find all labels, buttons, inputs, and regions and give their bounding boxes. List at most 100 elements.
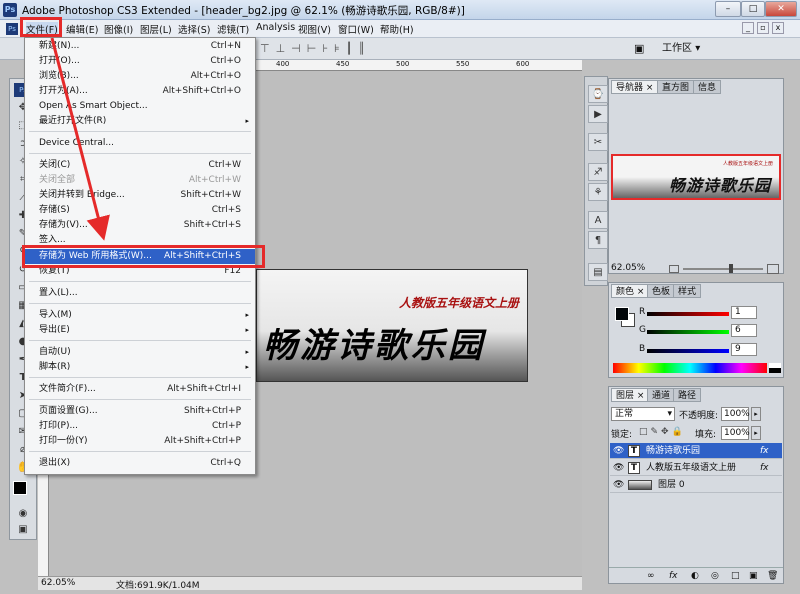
menu-item-scripts[interactable]: 脚本(R) ▸ bbox=[25, 360, 255, 375]
color-ramp-bw[interactable] bbox=[769, 363, 781, 373]
menu-item-file-info[interactable]: 文件简介(F)... Alt+Shift+Ctrl+I bbox=[25, 382, 255, 397]
menu-window[interactable]: 窗口(W) bbox=[338, 22, 374, 36]
menu-item-browse[interactable]: 浏览(B)... Alt+Ctrl+O bbox=[25, 69, 255, 84]
quick-mask-icon[interactable]: ◉ bbox=[14, 507, 32, 521]
foreground-color-swatch[interactable] bbox=[13, 481, 27, 495]
layer-row[interactable]: 👁 T 人教版五年级语文上册 fx bbox=[610, 460, 782, 476]
menu-view[interactable]: 视图(V) bbox=[298, 22, 331, 36]
chevron-right-icon[interactable]: ▸ bbox=[751, 426, 761, 440]
menu-help[interactable]: 帮助(H) bbox=[380, 22, 414, 36]
brushes-panel-icon[interactable]: ♐ bbox=[588, 163, 608, 181]
doc-restore-button[interactable]: ▫ bbox=[757, 22, 769, 34]
navigator-thumbnail[interactable]: 人教版五年级语文上册 畅游诗歌乐园 bbox=[611, 154, 781, 200]
menu-item-page-setup[interactable]: 页面设置(G)... Shift+Ctrl+P bbox=[25, 404, 255, 419]
menu-layer[interactable]: 图层(L) bbox=[140, 22, 172, 36]
status-zoom[interactable]: 62.05% bbox=[41, 578, 75, 588]
eye-icon[interactable]: 👁 bbox=[613, 443, 624, 459]
new-group-icon[interactable]: □ bbox=[731, 568, 740, 584]
history-panel-icon[interactable]: ⌚ bbox=[588, 85, 608, 103]
menu-select[interactable]: 选择(S) bbox=[178, 22, 210, 36]
menu-item-save-as[interactable]: 存储为(V)... Shift+Ctrl+S bbox=[25, 218, 255, 233]
close-button[interactable]: ✕ bbox=[765, 1, 797, 17]
layer-name[interactable]: 图层 0 bbox=[658, 477, 685, 493]
menu-item-open-as[interactable]: 打开为(A)... Alt+Shift+Ctrl+O bbox=[25, 84, 255, 99]
zoom-in-icon[interactable] bbox=[767, 264, 779, 274]
tab-styles[interactable]: 样式 bbox=[673, 284, 702, 298]
eye-icon[interactable]: 👁 bbox=[613, 477, 624, 493]
paragraph-panel-icon[interactable]: ¶ bbox=[588, 231, 608, 249]
channel-b-input[interactable]: 9 bbox=[731, 343, 757, 356]
chevron-right-icon[interactable]: ▸ bbox=[751, 407, 761, 421]
menu-analysis[interactable]: Analysis bbox=[256, 22, 295, 33]
menu-item-automate[interactable]: 自动(U) ▸ bbox=[25, 345, 255, 360]
doc-close-button[interactable]: x bbox=[772, 22, 784, 34]
align-icons[interactable]: ⊤⊥⊣⊢⊦⊧┃║ bbox=[260, 42, 560, 56]
menu-item-device-central[interactable]: Device Central... bbox=[25, 136, 255, 151]
actions-panel-icon[interactable]: ▶ bbox=[588, 105, 608, 123]
menu-item-place[interactable]: 置入(L)... bbox=[25, 286, 255, 301]
channel-r-slider[interactable] bbox=[647, 312, 729, 316]
menu-item-print-one[interactable]: 打印一份(Y) Alt+Shift+Ctrl+P bbox=[25, 434, 255, 449]
tab-swatches[interactable]: 色板 bbox=[647, 284, 676, 298]
mask-icon[interactable]: ◐ bbox=[691, 568, 699, 584]
color-fg-swatch[interactable] bbox=[615, 307, 629, 321]
channel-r-input[interactable]: 1 bbox=[731, 306, 757, 319]
adjustment-layer-icon[interactable]: ◎ bbox=[711, 568, 719, 584]
fill-input[interactable]: 100% bbox=[721, 426, 750, 440]
menu-item-close-all[interactable]: 关闭全部 Alt+Ctrl+W bbox=[25, 173, 255, 188]
screen-mode-icon[interactable]: ▣ bbox=[14, 523, 32, 537]
menu-item-save[interactable]: 存储(S) Ctrl+S bbox=[25, 203, 255, 218]
layer-comps-icon[interactable]: ▤ bbox=[588, 263, 608, 281]
tab-navigator[interactable]: 导航器 × bbox=[611, 80, 659, 94]
color-ramp[interactable] bbox=[613, 363, 767, 373]
layer-row[interactable]: 👁 T 畅游诗歌乐园 fx bbox=[610, 443, 782, 459]
tab-layers[interactable]: 图层 × bbox=[611, 388, 650, 402]
menu-image[interactable]: 图像(I) bbox=[104, 22, 133, 36]
trash-icon[interactable]: 🗑 bbox=[767, 568, 778, 584]
menu-item-recent[interactable]: 最近打开文件(R) ▸ bbox=[25, 114, 255, 129]
zoom-out-icon[interactable] bbox=[669, 265, 679, 273]
layer-style-icon[interactable]: fx bbox=[669, 568, 678, 584]
link-layers-icon[interactable]: ∞ bbox=[647, 568, 655, 584]
workspace-button[interactable]: 工作区 ▾ bbox=[662, 41, 700, 57]
doc-minimize-button[interactable]: _ bbox=[742, 22, 754, 34]
lock-icons[interactable]: □✎✥🔒 bbox=[639, 427, 699, 439]
tab-info[interactable]: 信息 bbox=[693, 80, 722, 94]
status-doc-info[interactable]: 文档:691.9K/1.04M bbox=[116, 578, 200, 591]
menu-item-close[interactable]: 关闭(C) Ctrl+W bbox=[25, 158, 255, 173]
menu-item-print[interactable]: 打印(P)... Ctrl+P bbox=[25, 419, 255, 434]
canvas-image[interactable]: 人教版五年级语文上册 畅游诗歌乐园 bbox=[256, 269, 528, 382]
opacity-input[interactable]: 100% bbox=[721, 407, 750, 421]
menu-item-close-go-bridge[interactable]: 关闭并转到 Bridge... Shift+Ctrl+W bbox=[25, 188, 255, 203]
channel-b-slider[interactable] bbox=[647, 349, 729, 353]
menu-item-open-smart-object[interactable]: Open As Smart Object... bbox=[25, 99, 255, 114]
menu-item-import[interactable]: 导入(M) ▸ bbox=[25, 308, 255, 323]
menu-item-export[interactable]: 导出(E) ▸ bbox=[25, 323, 255, 338]
navigator-zoom[interactable]: 62.05% bbox=[611, 263, 645, 273]
fx-icon[interactable]: fx bbox=[760, 443, 769, 459]
menu-item-new[interactable]: 新建(N)... Ctrl+N bbox=[25, 39, 255, 54]
clone-source-icon[interactable]: ⚘ bbox=[588, 183, 608, 201]
fx-icon[interactable]: fx bbox=[760, 460, 769, 476]
blend-mode-select[interactable]: 正常 ▾ bbox=[611, 407, 675, 421]
eye-icon[interactable]: 👁 bbox=[613, 460, 624, 476]
maximize-button[interactable]: □ bbox=[741, 1, 765, 17]
menu-item-exit[interactable]: 退出(X) Ctrl+Q bbox=[25, 456, 255, 471]
tab-histogram[interactable]: 直方图 bbox=[657, 80, 695, 94]
channel-g-slider[interactable] bbox=[647, 330, 729, 334]
zoom-slider[interactable] bbox=[683, 268, 763, 270]
new-layer-icon[interactable]: ▣ bbox=[749, 568, 758, 584]
menu-filter[interactable]: 滤镜(T) bbox=[217, 22, 249, 36]
menu-item-open[interactable]: 打开(O)... Ctrl+O bbox=[25, 54, 255, 69]
minimize-button[interactable]: – bbox=[715, 1, 741, 17]
zoom-slider-thumb[interactable] bbox=[729, 264, 733, 273]
tab-color[interactable]: 颜色 × bbox=[611, 284, 650, 298]
menu-edit[interactable]: 编辑(E) bbox=[66, 22, 98, 36]
character-panel-icon[interactable]: A bbox=[588, 211, 608, 229]
layer-row[interactable]: 👁 图层 0 bbox=[610, 477, 782, 493]
tab-channels[interactable]: 通道 bbox=[647, 388, 676, 402]
tool-presets-icon[interactable]: ✂ bbox=[588, 133, 608, 151]
channel-g-input[interactable]: 6 bbox=[731, 324, 757, 337]
layer-name[interactable]: 畅游诗歌乐园 bbox=[646, 443, 700, 459]
layer-name[interactable]: 人教版五年级语文上册 bbox=[646, 460, 736, 476]
